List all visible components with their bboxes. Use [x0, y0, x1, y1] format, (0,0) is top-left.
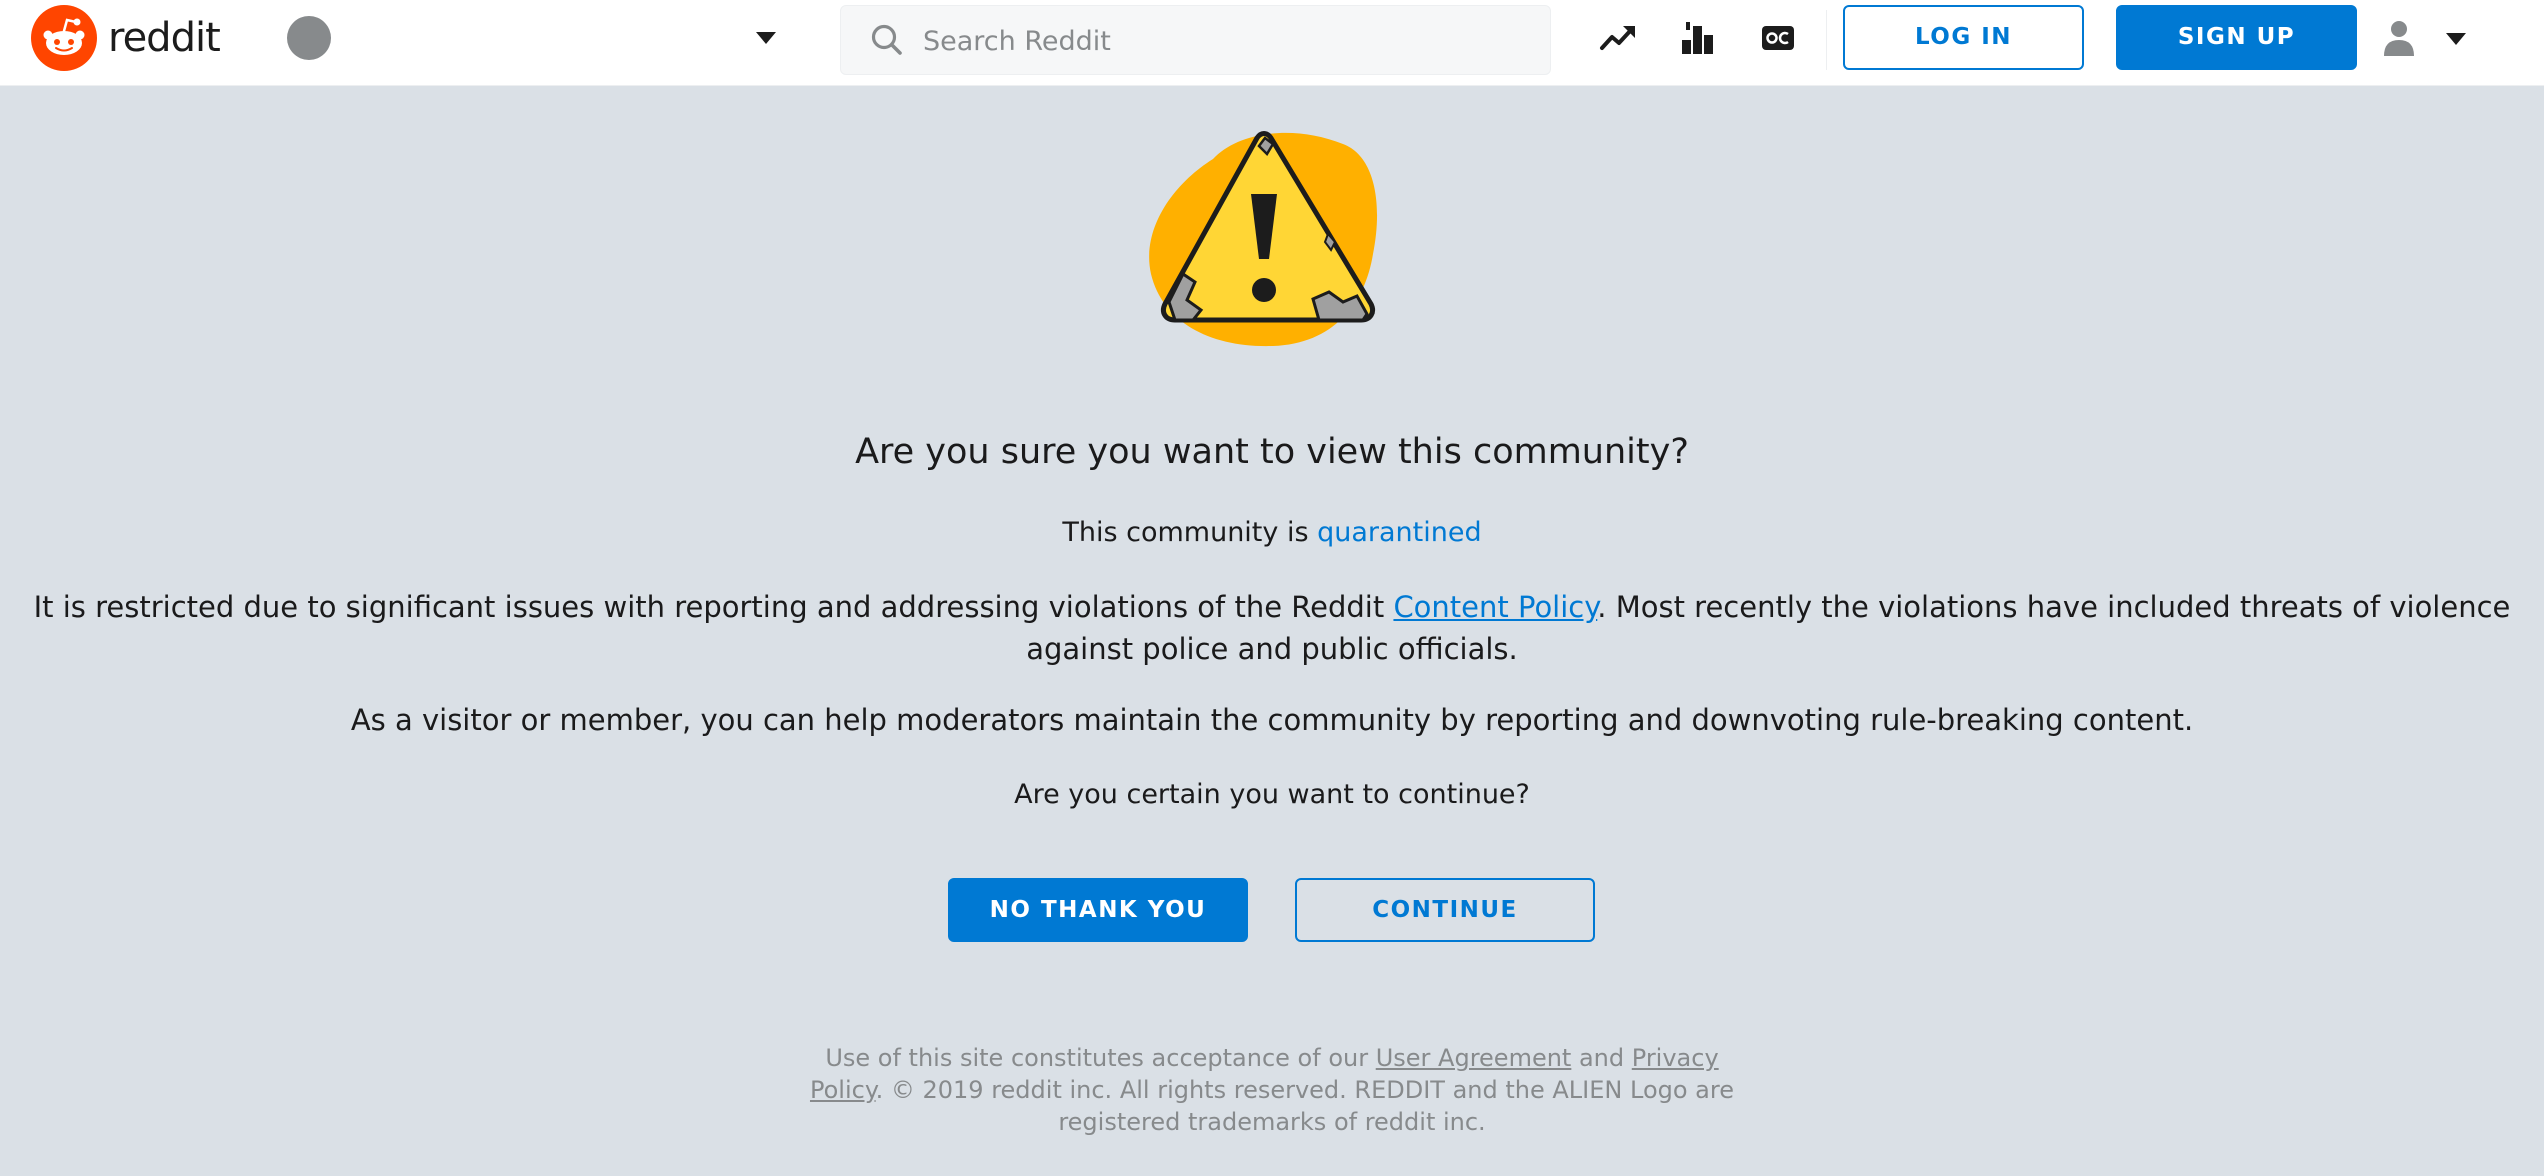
user-menu-chevron-down-icon[interactable]	[2446, 33, 2466, 45]
visitor-guidance-paragraph: As a visitor or member, you can help mod…	[350, 703, 2194, 737]
trending-icon[interactable]	[1598, 18, 1638, 58]
footer-copyright: . © 2019 reddit inc. All rights reserved…	[875, 1076, 1734, 1136]
top-nav-bar: reddit LOG IN SIGN UP	[0, 0, 2544, 86]
content-policy-link[interactable]: Content Policy	[1393, 590, 1597, 624]
community-dropdown-chevron-icon[interactable]	[756, 32, 776, 44]
user-icon[interactable]	[2381, 18, 2417, 58]
warning-sign-icon	[1149, 131, 1378, 347]
quarantine-status: This community is quarantined	[0, 513, 2544, 553]
no-thank-you-button[interactable]: NO THANK YOU	[948, 878, 1248, 942]
user-agreement-link[interactable]: User Agreement	[1376, 1044, 1572, 1072]
signup-button[interactable]: SIGN UP	[2116, 5, 2357, 70]
search-icon	[871, 24, 902, 55]
community-avatar[interactable]	[287, 16, 331, 60]
reddit-wordmark[interactable]: reddit	[108, 10, 221, 66]
search-input[interactable]	[921, 6, 1525, 76]
footer-text: Use of this site constitutes acceptance …	[825, 1044, 1376, 1072]
continue-question: Are you certain you want to continue?	[1014, 779, 1530, 810]
oc-icon[interactable]	[1758, 18, 1798, 58]
footer-and: and	[1571, 1044, 1632, 1072]
quarantined-link[interactable]: quarantined	[1317, 517, 1482, 548]
page-title: Are you sure you want to view this commu…	[855, 432, 1689, 472]
reddit-logo-icon[interactable]	[31, 5, 97, 71]
restriction-paragraph: It is restricted due to significant issu…	[24, 586, 2520, 670]
login-button[interactable]: LOG IN	[1843, 5, 2084, 70]
quarantine-status-prefix: This community is	[1062, 517, 1318, 548]
leaderboard-icon[interactable]	[1677, 18, 1717, 58]
continue-button[interactable]: CONTINUE	[1295, 878, 1595, 942]
search-box[interactable]	[840, 5, 1551, 76]
legal-footer: Use of this site constitutes acceptance …	[800, 1042, 1744, 1138]
restriction-text: It is restricted due to significant issu…	[33, 590, 1394, 624]
header-divider	[1826, 10, 1827, 70]
